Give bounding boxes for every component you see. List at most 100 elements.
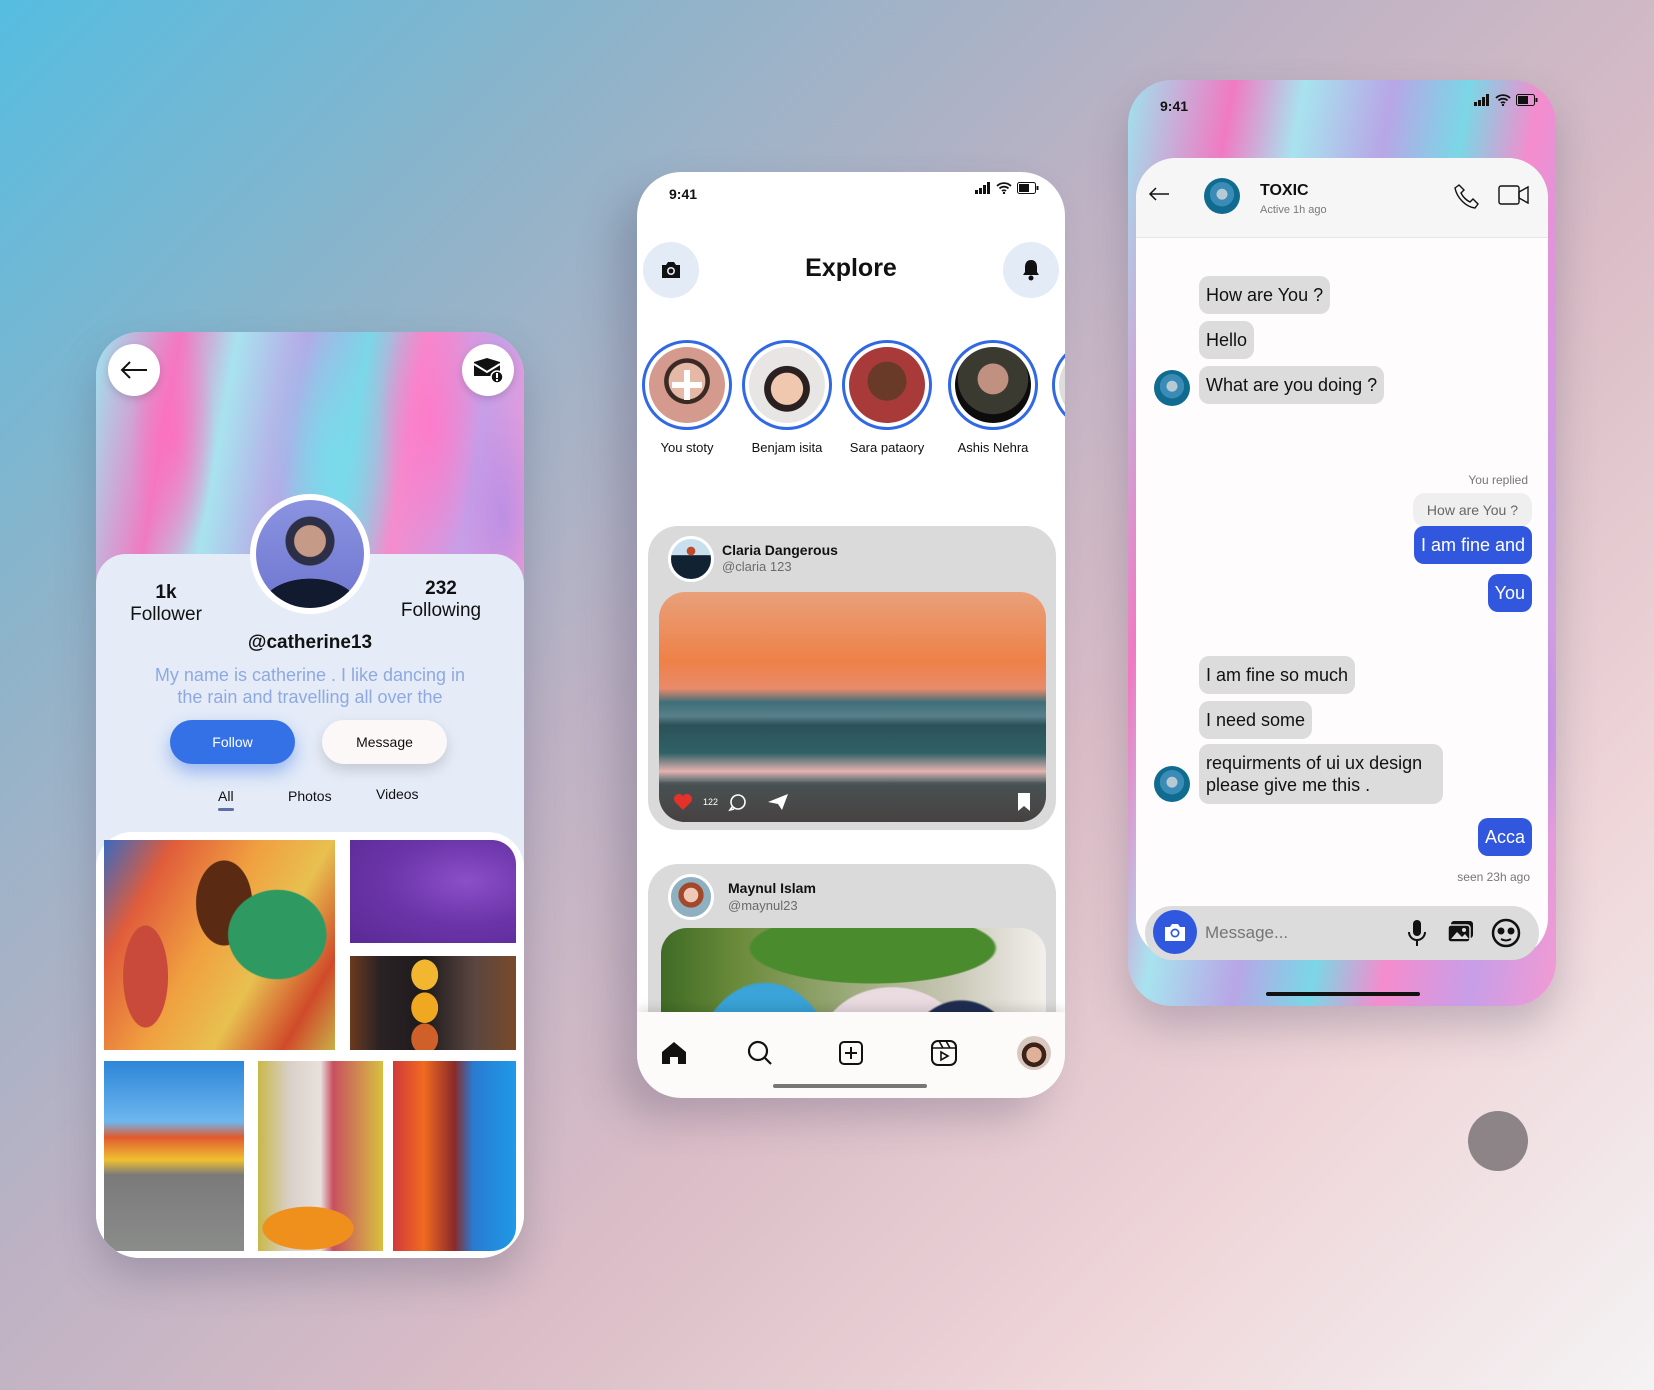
follow-button[interactable]: Follow	[170, 720, 295, 764]
signal-icon	[975, 182, 990, 194]
story-avatar	[849, 347, 925, 423]
bookmark-icon[interactable]	[1016, 792, 1032, 812]
post-author-name[interactable]: Maynul Islam	[728, 880, 816, 896]
back-button[interactable]	[108, 344, 160, 396]
story-avatar	[955, 347, 1031, 423]
mail-alert-button[interactable]	[462, 344, 514, 396]
story-item[interactable]: Sara pataory	[841, 340, 933, 455]
post-actions-bar: 122	[659, 782, 1046, 822]
story-label: Sara pataory	[849, 440, 925, 455]
message-incoming[interactable]: I need some	[1199, 701, 1313, 739]
status-bar-icons	[1474, 94, 1538, 106]
story-item[interactable]: You stoty	[641, 340, 733, 455]
message-incoming[interactable]: How are You ?	[1199, 276, 1331, 314]
search-icon	[747, 1040, 772, 1065]
home-indicator	[773, 1084, 927, 1088]
message-input[interactable]	[1205, 918, 1395, 948]
like-count: 122	[703, 797, 719, 807]
comment-icon[interactable]	[728, 792, 748, 812]
post-author-name[interactable]: Claria Dangerous	[722, 542, 838, 558]
phone-icon	[1454, 184, 1479, 209]
story-label: Benjam isita	[751, 440, 823, 455]
tab-all[interactable]: All	[218, 788, 234, 804]
back-button[interactable]	[1148, 186, 1170, 207]
wifi-icon	[996, 182, 1012, 194]
profile-avatar[interactable]	[250, 494, 370, 614]
gallery-photo-colorful-wall[interactable]	[104, 840, 335, 1050]
battery-icon	[1516, 94, 1538, 106]
voice-call-button[interactable]	[1454, 182, 1482, 215]
video-call-button[interactable]	[1498, 184, 1530, 211]
post-author-handle: @maynul23	[728, 898, 798, 913]
gallery-photo-autumn-leaves[interactable]	[350, 956, 516, 1050]
gallery-photo-painted-doors[interactable]	[393, 1061, 516, 1251]
status-bar-icons	[975, 182, 1039, 194]
page-title: Explore	[805, 254, 897, 282]
quoted-message[interactable]: How are You ?	[1412, 493, 1532, 527]
story-avatar	[649, 347, 725, 423]
seen-status: seen 23h ago	[1457, 870, 1530, 884]
followers-label[interactable]: Follower	[116, 604, 216, 626]
followers-count: 1k	[155, 582, 177, 603]
gallery-photo-townhouse-van[interactable]	[258, 1061, 383, 1251]
share-icon[interactable]	[766, 792, 790, 812]
contact-name[interactable]: TOXIC	[1260, 182, 1309, 200]
mail-alert-icon	[473, 358, 504, 384]
message-incoming[interactable]: requirments of ui ux design please give …	[1199, 744, 1443, 804]
post-author-avatar[interactable]	[668, 874, 714, 920]
voice-button[interactable]	[1407, 919, 1427, 952]
tab-photos[interactable]: Photos	[288, 788, 332, 804]
post-image[interactable]: 122	[659, 592, 1046, 822]
chat-panel: TOXIC Active 1h ago How are You ? Hello …	[1136, 158, 1548, 960]
message-incoming[interactable]: What are you doing ?	[1199, 366, 1385, 404]
stories-row: You stoty Benjam isita Sara pataory Ashi…	[641, 340, 1065, 460]
camera-icon	[1165, 924, 1185, 941]
explore-screen: 9:41 Explore You stoty Benjam isita Sara…	[637, 172, 1065, 1098]
bell-icon	[1023, 260, 1039, 281]
notifications-button[interactable]	[1003, 242, 1059, 298]
nav-profile[interactable]	[1017, 1036, 1051, 1070]
heart-icon[interactable]	[673, 793, 693, 811]
battery-icon	[1017, 182, 1039, 194]
replied-label: You replied	[1468, 473, 1528, 487]
story-label: Ashis Nehra	[957, 440, 1029, 455]
story-item[interactable]: Ashis Nehra	[947, 340, 1039, 455]
story-label: You stoty	[660, 440, 714, 455]
story-item-partial[interactable]	[1051, 340, 1065, 430]
story-item[interactable]: Benjam isita	[741, 340, 833, 455]
message-button[interactable]: Message	[322, 720, 447, 764]
sender-avatar	[1154, 766, 1190, 802]
nav-reels[interactable]	[927, 1036, 961, 1070]
reels-icon	[931, 1040, 957, 1066]
floating-action-button[interactable]	[1468, 1111, 1528, 1171]
contact-avatar[interactable]	[1204, 178, 1240, 214]
username: @catherine13	[247, 632, 373, 653]
active-tab-indicator	[218, 808, 234, 811]
nav-home[interactable]	[657, 1036, 691, 1070]
nav-add[interactable]	[834, 1036, 868, 1070]
message-outgoing[interactable]: You	[1487, 574, 1532, 612]
following-label[interactable]: Following	[386, 600, 496, 622]
gallery-photo-colorful-street[interactable]	[104, 1061, 244, 1251]
arrow-left-icon	[120, 361, 147, 379]
message-incoming[interactable]: Hello	[1199, 321, 1255, 359]
post-author-avatar[interactable]	[668, 536, 714, 582]
gallery-photo-purple-smoke[interactable]	[350, 840, 516, 943]
gallery-button[interactable]	[1447, 920, 1475, 949]
sticker-button[interactable]	[1491, 918, 1521, 953]
chat-screen: 9:41 TOXIC Active 1h ago How are You ? H…	[1128, 80, 1556, 1006]
nav-search[interactable]	[743, 1036, 777, 1070]
video-camera-icon	[1498, 185, 1529, 205]
sender-avatar	[1154, 370, 1190, 406]
message-incoming[interactable]: I am fine so much	[1199, 656, 1356, 694]
camera-button[interactable]	[1153, 910, 1197, 954]
contact-status: Active 1h ago	[1260, 204, 1327, 216]
home-icon	[662, 1042, 686, 1064]
message-outgoing[interactable]: I am fine and	[1413, 526, 1532, 564]
tab-videos[interactable]: Videos	[376, 786, 419, 802]
add-post-icon	[839, 1041, 863, 1065]
message-outgoing[interactable]: Acca	[1477, 818, 1532, 856]
post-author-handle: @claria 123	[722, 559, 792, 574]
bottom-navigation	[637, 1012, 1065, 1098]
plus-icon	[672, 370, 702, 400]
